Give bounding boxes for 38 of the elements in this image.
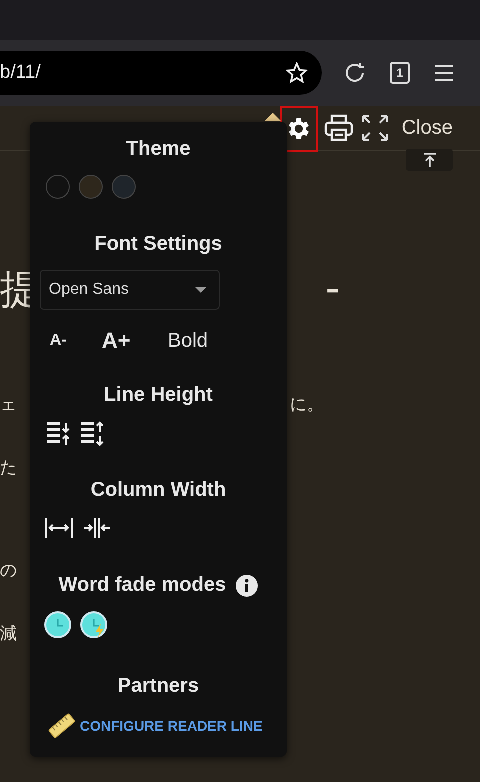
narrow-column-icon[interactable] xyxy=(82,516,112,540)
scroll-top-button[interactable] xyxy=(406,149,453,171)
clock-icon[interactable] xyxy=(44,611,72,639)
article-text: の xyxy=(0,560,17,582)
section-title: Line Height xyxy=(104,384,213,407)
font-larger-button[interactable]: A+ xyxy=(102,328,160,354)
font-smaller-button[interactable]: A- xyxy=(50,332,94,350)
article-text: - xyxy=(326,266,340,312)
arrow-up-icon xyxy=(422,152,438,168)
font-dropdown[interactable]: Open Sans xyxy=(40,270,220,310)
theme-swatch[interactable] xyxy=(46,175,70,199)
widen-column-icon[interactable] xyxy=(44,516,74,540)
theme-swatch[interactable] xyxy=(79,175,103,199)
article-text: 減 xyxy=(0,623,17,645)
section-title: Partners xyxy=(118,675,200,698)
line-height-increase-icon[interactable] xyxy=(46,421,72,447)
tab-count-button[interactable]: 1 xyxy=(390,62,410,84)
dropdown-caret-icon xyxy=(195,287,207,293)
line-height-decrease-icon[interactable] xyxy=(80,421,106,447)
info-icon[interactable] xyxy=(236,574,258,596)
section-title: Font Settings xyxy=(94,233,222,256)
star-icon[interactable] xyxy=(286,62,308,84)
section-title: Word fade modes xyxy=(58,574,226,597)
section-title: Column Width xyxy=(90,479,226,502)
bold-button[interactable]: Bold xyxy=(168,330,208,352)
article-text: ェ xyxy=(0,394,17,416)
configure-reader-line-link[interactable]: CONFIGURE READER LINE xyxy=(80,718,263,734)
close-button[interactable]: Close xyxy=(396,116,453,140)
clock-bolt-icon[interactable] xyxy=(80,611,108,639)
print-icon[interactable] xyxy=(324,114,354,142)
url-text: b/11/ xyxy=(0,62,41,84)
section-title: Theme xyxy=(126,138,191,161)
address-field[interactable]: b/11/ xyxy=(0,51,322,95)
article-text: に。 xyxy=(290,394,324,416)
theme-swatch[interactable] xyxy=(112,175,136,199)
article-text: た xyxy=(0,457,17,479)
fullscreen-icon[interactable] xyxy=(360,113,390,143)
menu-icon[interactable] xyxy=(432,63,455,83)
